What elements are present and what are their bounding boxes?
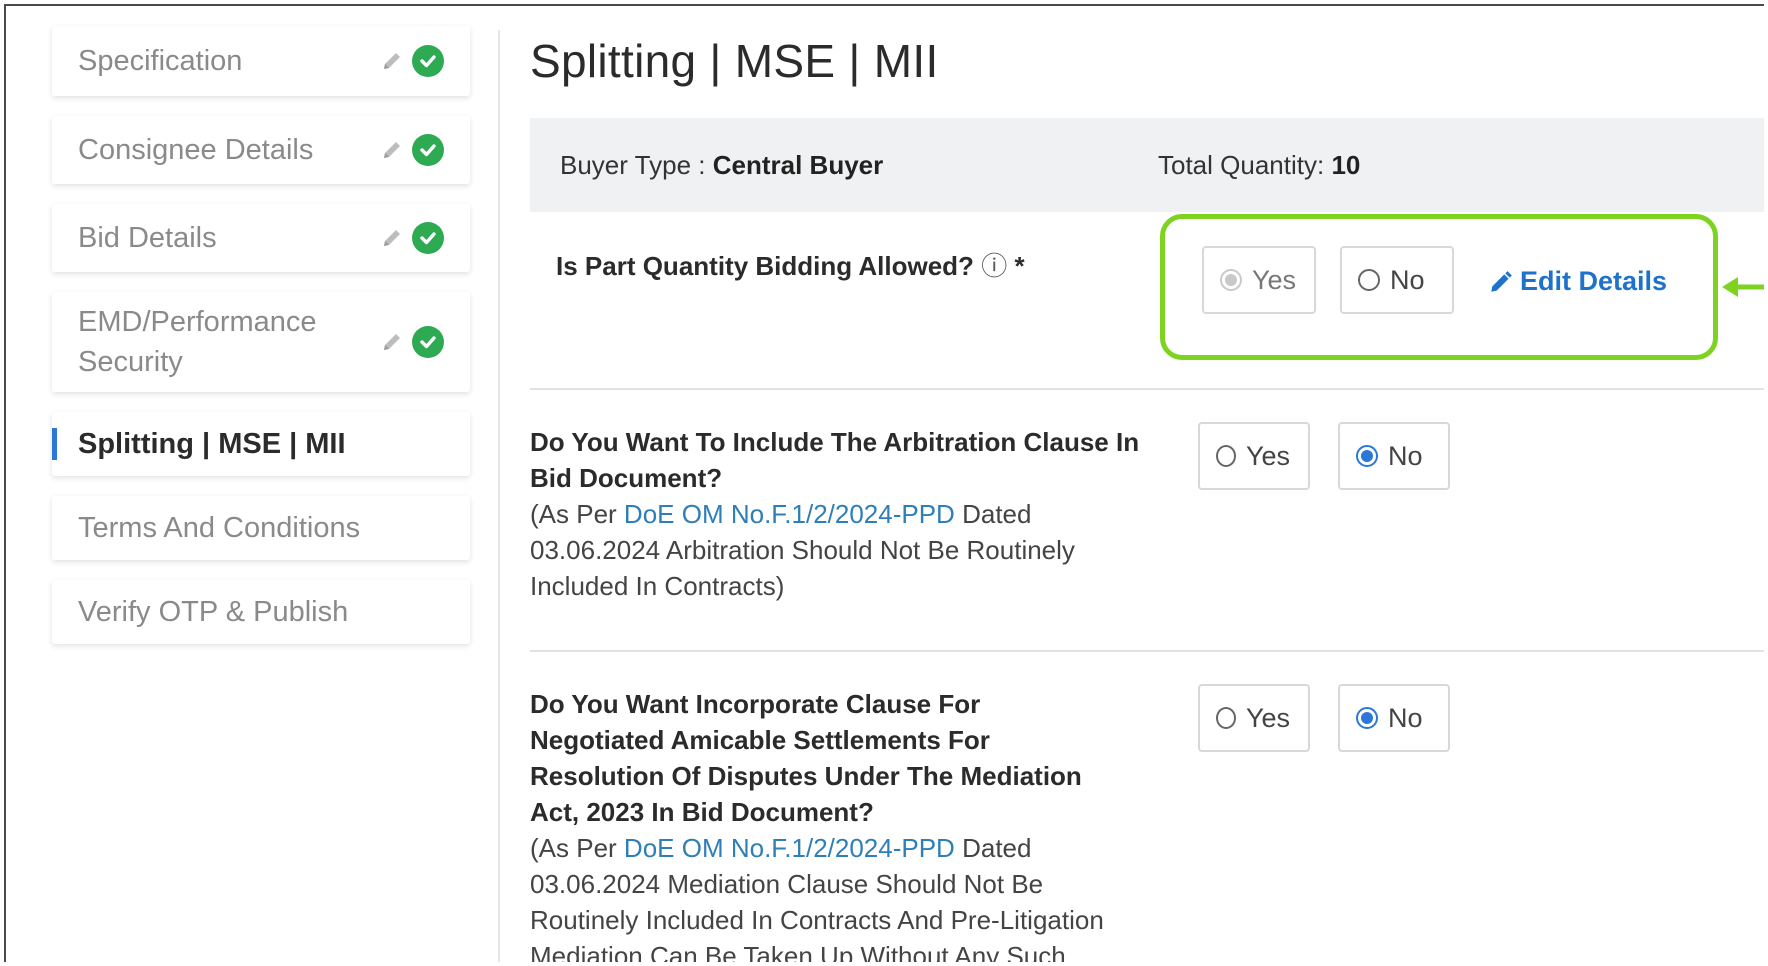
- info-bar: Buyer Type : Central Buyer Total Quantit…: [530, 118, 1764, 212]
- required-marker: *: [1014, 251, 1025, 281]
- radio-circle: [1216, 445, 1236, 467]
- total-quantity-label: Total Quantity:: [1158, 150, 1325, 180]
- note-prefix: (As Per: [530, 833, 617, 863]
- sidebar-item-verify-otp-publish[interactable]: Verify OTP & Publish: [52, 580, 470, 644]
- radio-label: Yes: [1245, 702, 1290, 733]
- arbitration-question: Do You Want To Include The Arbitration C…: [530, 424, 1140, 604]
- doe-om-link[interactable]: DoE OM No.F.1/2/2024-PPD: [624, 833, 955, 863]
- question-text: Is Part Quantity Bidding Allowed?: [556, 251, 974, 281]
- sidebar-item-splitting-mse-mii[interactable]: Splitting | MSE | MII: [52, 412, 470, 476]
- question-text: Do You Want Incorporate Clause For Negot…: [530, 689, 1082, 827]
- check-circle-icon: [412, 45, 444, 77]
- radio-label: Yes: [1245, 440, 1290, 471]
- sidebar-item-label: Terms And Conditions: [78, 512, 361, 544]
- sidebar-item-label: Splitting | MSE | MII: [78, 428, 346, 460]
- sidebar-item-label: Bid Details: [78, 222, 217, 254]
- mediation-no-radio[interactable]: No: [1338, 684, 1450, 752]
- sidebar-nav: Specification Consignee Details Bid Deta…: [52, 26, 470, 664]
- arbitration-no-radio[interactable]: No: [1338, 422, 1450, 490]
- divider: [530, 650, 1764, 652]
- check-circle-icon: [412, 222, 444, 254]
- pencil-icon[interactable]: [380, 49, 404, 73]
- doe-om-link[interactable]: DoE OM No.F.1/2/2024-PPD: [624, 499, 955, 529]
- sidebar-item-label: Verify OTP & Publish: [78, 596, 349, 628]
- sidebar-item-label: Consignee Details: [78, 134, 314, 166]
- question-text: Do You Want To Include The Arbitration C…: [530, 427, 1140, 493]
- info-icon[interactable]: ⓘ: [981, 251, 1007, 281]
- radio-circle: [1356, 445, 1378, 467]
- part-quantity-question: Is Part Quantity Bidding Allowed? ⓘ *: [556, 248, 1056, 284]
- divider: [530, 388, 1764, 390]
- pencil-icon[interactable]: [380, 138, 404, 162]
- question-note: (As Per DoE OM No.F.1/2/2024-PPD Dated 0…: [530, 830, 1150, 962]
- radio-circle: [1356, 707, 1378, 729]
- radio-circle: [1216, 707, 1236, 729]
- check-circle-icon: [412, 134, 444, 166]
- sidebar-item-label: Specification: [78, 45, 243, 77]
- radio-label: No: [1388, 440, 1423, 471]
- pencil-icon[interactable]: [380, 226, 404, 250]
- mediation-yes-radio[interactable]: Yes: [1198, 684, 1310, 752]
- sidebar-item-consignee-details[interactable]: Consignee Details: [52, 116, 470, 184]
- buyer-type-label: Buyer Type :: [560, 150, 706, 180]
- sidebar-divider: [498, 30, 500, 962]
- buyer-type: Buyer Type : Central Buyer: [560, 150, 883, 181]
- highlight-box: [1160, 214, 1718, 360]
- check-circle-icon: [412, 326, 444, 358]
- note-prefix: (As Per: [530, 499, 617, 529]
- buyer-type-value: Central Buyer: [712, 150, 884, 180]
- radio-label: No: [1388, 702, 1423, 733]
- sidebar-item-bid-details[interactable]: Bid Details: [52, 204, 470, 272]
- app-frame: Specification Consignee Details Bid Deta…: [4, 4, 1764, 962]
- sidebar-item-terms-and-conditions[interactable]: Terms And Conditions: [52, 496, 470, 560]
- page-title: Splitting | MSE | MII: [530, 35, 939, 87]
- pencil-icon[interactable]: [380, 330, 404, 354]
- sidebar-item-label: EMD/Performance Security: [78, 306, 317, 378]
- mediation-question: Do You Want Incorporate Clause For Negot…: [530, 686, 1150, 962]
- arrow-left-icon: [1722, 277, 1764, 297]
- total-quantity-value: 10: [1331, 150, 1361, 180]
- arbitration-yes-radio[interactable]: Yes: [1198, 422, 1310, 490]
- sidebar-item-emd-performance-security[interactable]: EMD/Performance Security: [52, 292, 470, 392]
- sidebar-item-specification[interactable]: Specification: [52, 26, 470, 96]
- question-note: (As Per DoE OM No.F.1/2/2024-PPD Dated 0…: [530, 496, 1140, 604]
- total-quantity: Total Quantity: 10: [1158, 150, 1360, 181]
